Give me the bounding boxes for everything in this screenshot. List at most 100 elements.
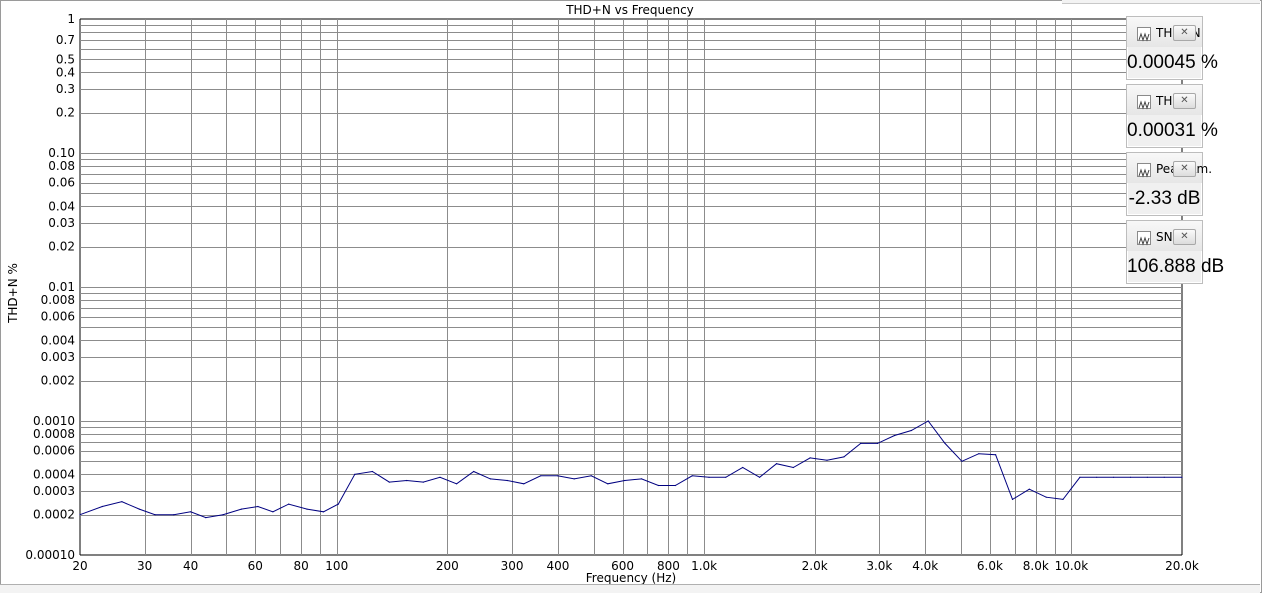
x-tick-label: 4.0k [912,559,938,573]
data-point [742,466,744,469]
data-point [657,484,660,487]
meter-value: 106.888 dB [1127,256,1225,277]
data-point [641,478,643,480]
data-point [337,503,339,505]
data-point [725,476,727,478]
data-point [190,511,192,513]
meter-peak-amplitude[interactable]: Peak Am... ✕ -2.33 dB [1126,152,1213,216]
x-tick-label: 30 [137,559,152,573]
waveform-icon [1137,231,1151,246]
x-tick-label: 40 [183,559,198,573]
data-point [1181,476,1183,478]
data-point [978,453,980,455]
chart-grid [79,18,1183,556]
data-point [540,475,542,477]
x-tick-label: 80 [294,559,309,573]
y-tick-label: 0.5 [56,52,75,66]
data-point [422,481,424,483]
x-axis-label: Frequency (Hz) [586,571,677,585]
data-point [473,470,475,473]
close-icon[interactable]: ✕ [1173,229,1196,245]
data-point [792,466,794,469]
data-point [674,484,676,487]
data-point [775,463,778,465]
y-tick-label: 0.002 [41,374,75,388]
data-point [322,511,325,513]
series-line-group [79,420,1183,519]
y-tick-label: 0.00010 [25,548,75,562]
data-point [1163,476,1165,478]
data-point [138,508,140,510]
data-point [205,517,207,519]
y-tick-label: 0.003 [41,350,75,364]
data-point [240,508,242,510]
y-tick-label: 0.3 [56,82,75,96]
data-point [877,442,879,444]
y-tick-label: 0.008 [41,293,75,307]
data-point [961,460,963,462]
series-line [79,420,1182,519]
y-tick-label: 0.01 [48,280,75,294]
data-point [506,479,508,482]
data-point [257,505,259,508]
data-point [826,459,828,461]
meter-header: Peak Am... ✕ [1127,153,1213,183]
chart-title: THD+N vs Frequency [565,3,694,17]
data-point [1045,496,1047,498]
data-point [439,476,441,478]
y-tick-label: 1 [67,12,75,26]
y-tick-label: 0.0008 [33,427,75,441]
data-point [371,470,373,473]
waveform-icon [1137,95,1151,110]
data-point [173,514,175,516]
data-point [121,501,123,503]
data-point [556,475,559,477]
data-point [154,514,156,516]
y-tick-label: 0.0002 [33,508,75,522]
x-tick-label: 20.0k [1165,559,1199,573]
meter-thd[interactable]: THD ✕ 0.00031 % [1126,84,1218,148]
data-point [456,483,458,485]
data-point [759,476,761,478]
meter-thd-n[interactable]: THD+N ✕ 0.00045 % [1126,16,1218,80]
data-point [354,473,356,475]
x-tick-label: 3.0k [866,559,892,573]
data-point [523,483,525,485]
close-icon[interactable]: ✕ [1173,93,1196,109]
y-tick-label: 0.02 [48,240,75,254]
meter-header: SNR ✕ [1127,221,1202,251]
data-point [222,514,224,516]
y-tick-label: 0.0006 [33,444,75,458]
x-tick-label: 6.0k [977,559,1003,573]
data-point [927,420,929,422]
y-tick-label: 0.2 [56,106,75,120]
data-point [843,456,845,458]
meter-snr[interactable]: SNR ✕ 106.888 dB [1126,220,1225,284]
y-tick-label: 0.4 [56,65,75,79]
data-point [860,442,862,444]
x-tick-label: 1.0k [691,559,717,573]
y-axis-label: THD+N % [6,263,20,324]
meter-value: 0.00045 % [1127,52,1218,73]
data-point [910,429,912,432]
y-tick-label: 0.10 [48,146,75,160]
x-tick-label: 2.0k [802,559,828,573]
x-tick-label: 300 [501,559,524,573]
y-tick-label: 0.7 [56,33,75,47]
data-point [306,508,308,510]
y-tick-label: 0.006 [41,310,75,324]
data-point [288,503,290,505]
close-icon[interactable]: ✕ [1173,161,1196,177]
data-point [272,511,274,513]
data-point [1011,498,1014,500]
horizontal-scrollbar[interactable] [0,584,1260,593]
thd-n-chart: THD+N vs Frequency 20 30 40 60 80 100 200 300 40… [6,3,1199,585]
close-icon[interactable]: ✕ [1173,25,1196,41]
y-tick-label: 0.0010 [33,414,75,428]
x-tick-label: 60 [248,559,263,573]
y-tick-label: 0.04 [48,199,75,213]
data-point [406,479,408,482]
meter-value: -2.33 dB [1128,188,1201,209]
meter-header: THD ✕ [1127,85,1202,115]
y-tick-label: 0.08 [48,159,75,173]
